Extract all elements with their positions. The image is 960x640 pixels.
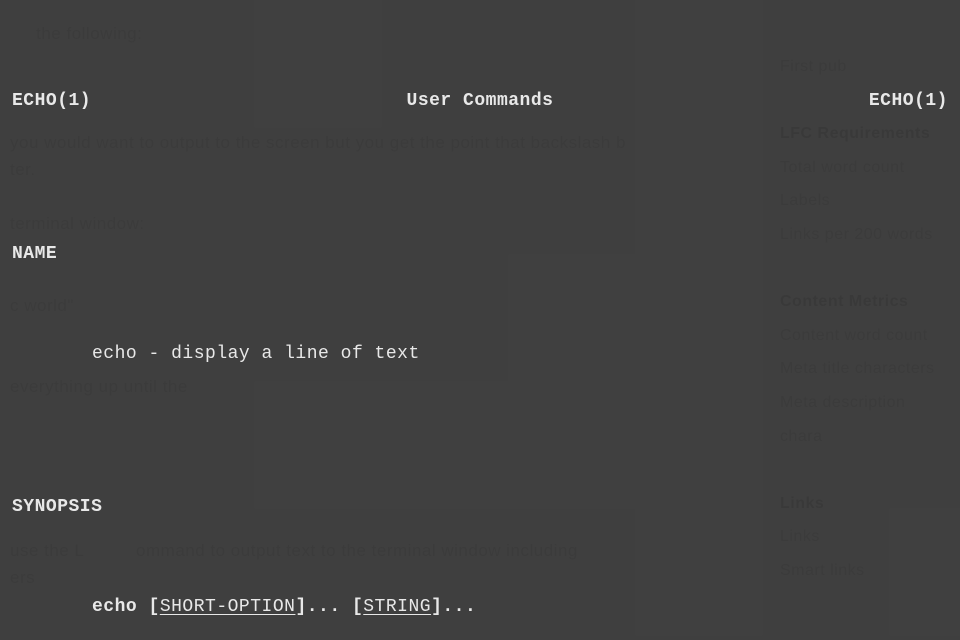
synopsis-mid: ]... [: [295, 597, 363, 617]
synopsis-echo-label: echo [: [92, 597, 160, 617]
synopsis-line-1: echo [SHORT-OPTION]... [STRING]...: [92, 591, 948, 624]
manpage-header-center: User Commands: [407, 85, 554, 118]
manpage-header-right: ECHO(1): [869, 85, 948, 118]
synopsis-post: ]...: [431, 597, 476, 617]
synopsis-string: STRING: [363, 597, 431, 617]
manpage-header-left: ECHO(1): [12, 85, 91, 118]
section-name-head: NAME: [12, 238, 948, 271]
synopsis-short-option: SHORT-OPTION: [160, 597, 296, 617]
man-page-overlay: ECHO(1) User Commands ECHO(1) NAME echo …: [0, 0, 960, 640]
section-name-body: echo - display a line of text: [92, 338, 948, 371]
section-synopsis-head: SYNOPSIS: [12, 491, 948, 524]
manpage-header: ECHO(1) User Commands ECHO(1): [12, 85, 948, 118]
